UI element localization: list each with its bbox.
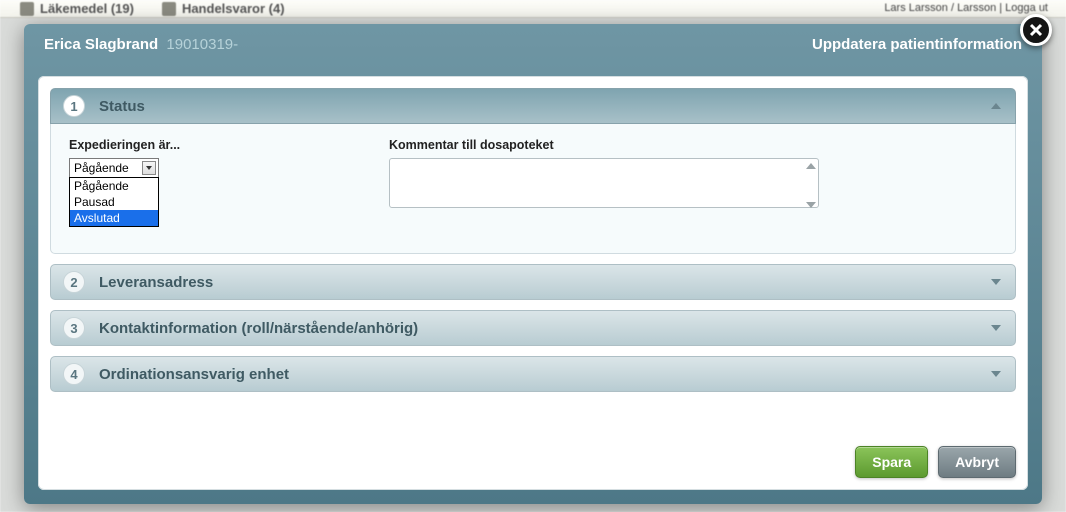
expediering-options: Pågående Pausad Avslutad — [69, 177, 159, 227]
expediering-label: Expedieringen är... — [69, 138, 349, 152]
section-title: Leveransadress — [99, 274, 213, 291]
pill-icon — [20, 2, 34, 16]
expediering-field: Expedieringen är... Pågående Pågående Pa… — [69, 138, 349, 227]
section-number: 4 — [63, 363, 85, 385]
chevron-down-icon — [991, 371, 1001, 377]
cancel-button[interactable]: Avbryt — [938, 446, 1016, 478]
patient-name: Erica Slagbrand — [44, 36, 158, 53]
patient-ssn: 19010319- — [166, 36, 238, 53]
option-avslutad[interactable]: Avslutad — [70, 210, 158, 226]
dialog-header: Erica Slagbrand 19010319- Uppdatera pati… — [24, 24, 1042, 64]
section-number: 3 — [63, 317, 85, 339]
bg-tab-label: Handelsvaror (4) — [182, 1, 285, 16]
patient-identity: Erica Slagbrand 19010319- — [44, 36, 238, 53]
comment-textarea[interactable] — [389, 158, 819, 208]
dialog-title: Uppdatera patientinformation — [812, 36, 1022, 53]
comment-field: Kommentar till dosapoteket — [389, 138, 997, 213]
option-pagaende[interactable]: Pågående — [70, 178, 158, 194]
chevron-down-icon — [991, 325, 1001, 331]
section-header-ordinating-unit[interactable]: 4 Ordinationsansvarig enhet — [50, 356, 1016, 392]
section-title: Kontaktinformation (roll/närstående/anhö… — [99, 320, 418, 337]
status-panel: Expedieringen är... Pågående Pågående Pa… — [50, 124, 1016, 254]
expediering-select[interactable]: Pågående — [69, 158, 159, 178]
dialog-body: 1 Status Expedieringen är... Pågående På… — [38, 76, 1028, 490]
bg-tab-label: Läkemedel (19) — [40, 1, 134, 16]
scroll-up-icon[interactable] — [806, 163, 816, 169]
modal-dialog: Erica Slagbrand 19010319- Uppdatera pati… — [24, 24, 1042, 504]
chevron-down-icon — [991, 279, 1001, 285]
comment-label: Kommentar till dosapoteket — [389, 138, 997, 152]
section-title: Ordinationsansvarig enhet — [99, 366, 289, 383]
section-header-status[interactable]: 1 Status — [50, 88, 1016, 124]
chevron-down-icon — [142, 161, 156, 175]
section-number: 2 — [63, 271, 85, 293]
bg-tab-medications: Läkemedel (19) — [20, 1, 134, 16]
section-header-contact[interactable]: 3 Kontaktinformation (roll/närstående/an… — [50, 310, 1016, 346]
bg-user-info: Lars Larsson / Larsson | Logga ut — [884, 2, 1048, 14]
scroll-down-icon[interactable] — [806, 202, 816, 208]
box-icon — [162, 2, 176, 16]
section-number: 1 — [63, 95, 85, 117]
select-value: Pågående — [74, 161, 129, 175]
section-title: Status — [99, 98, 145, 115]
section-contact: 3 Kontaktinformation (roll/närstående/an… — [50, 310, 1016, 346]
section-delivery: 2 Leveransadress — [50, 264, 1016, 300]
chevron-up-icon — [991, 103, 1001, 109]
option-pausad[interactable]: Pausad — [70, 194, 158, 210]
section-header-delivery[interactable]: 2 Leveransadress — [50, 264, 1016, 300]
save-button[interactable]: Spara — [855, 446, 928, 478]
dialog-buttons: Spara Avbryt — [855, 446, 1016, 478]
close-button[interactable] — [1020, 14, 1052, 46]
section-ordinating-unit: 4 Ordinationsansvarig enhet — [50, 356, 1016, 392]
section-status: 1 Status Expedieringen är... Pågående På… — [50, 88, 1016, 254]
bg-tab-goods: Handelsvaror (4) — [162, 1, 285, 16]
close-icon — [1029, 23, 1043, 37]
